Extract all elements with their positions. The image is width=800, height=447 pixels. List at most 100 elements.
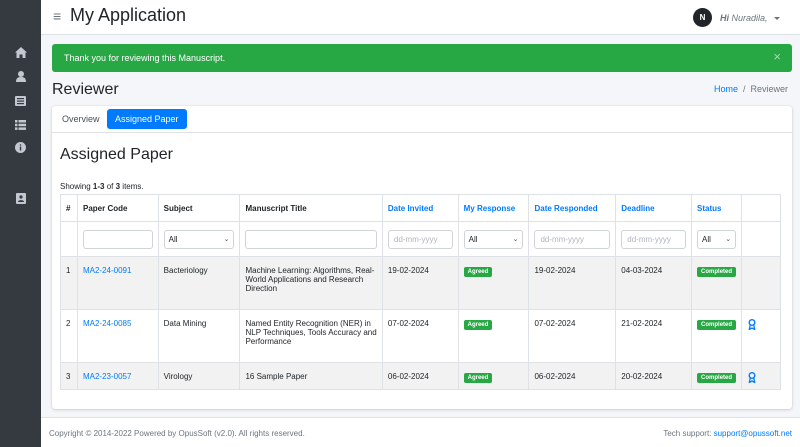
header-my-response[interactable]: My Response — [457, 194, 530, 222]
filter-cell-status: All ⌄ — [691, 221, 743, 257]
summary-middle: of — [104, 182, 116, 191]
assigned-paper-card: Overview Assigned Paper Assigned Paper S… — [52, 106, 792, 409]
cell-actions — [741, 256, 781, 310]
user-icon[interactable] — [14, 70, 27, 83]
app-title: My Application — [70, 5, 187, 25]
avatar[interactable]: N — [693, 8, 712, 27]
address-card-icon[interactable] — [14, 192, 27, 205]
top-navbar: ≡ My Application N Hi Nuradila, — [41, 0, 800, 35]
info-circle-icon[interactable] — [14, 141, 27, 154]
cell-actions — [741, 362, 781, 390]
card-heading: Assigned Paper — [60, 146, 173, 163]
summary-prefix: Showing — [60, 182, 93, 191]
filter-cell-paper-code — [76, 221, 159, 257]
filter-row: All ⌄ dd-mm-yyyy All ⌄ dd-mm-yyyy dd-mm-yy… — [60, 221, 781, 257]
hamburger-menu-icon[interactable]: ≡ — [53, 9, 61, 23]
list-icon[interactable] — [14, 118, 27, 131]
filter-cell-my-response: All ⌄ — [457, 221, 530, 257]
list-alt-icon[interactable] — [14, 94, 27, 107]
cell-actions — [741, 309, 781, 363]
header-date-responded[interactable]: Date Responded — [528, 194, 617, 222]
header-deadline[interactable]: Deadline — [615, 194, 693, 222]
cell-status: Completed — [691, 309, 743, 363]
status-filter-select[interactable]: All ⌄ — [697, 229, 737, 249]
status-badge: Completed — [697, 320, 737, 330]
header-paper-code: Paper Code — [76, 194, 159, 222]
filter-cell-actions — [741, 221, 781, 257]
reviewer-award-icon[interactable] — [747, 372, 757, 383]
cell-subject: Virology — [157, 362, 241, 390]
reviewer-award-icon[interactable] — [747, 319, 757, 330]
cell-paper-code: MA2-23-0057 — [76, 362, 159, 390]
cell-my-response: Agreed — [457, 309, 530, 363]
paper-code-link[interactable]: MA2-24-0091 — [83, 266, 131, 275]
filter-cell-num — [60, 221, 78, 257]
support-email-link[interactable]: support@opussoft.net — [714, 429, 792, 438]
footer-copyright: Copyright © 2014-2022 Powered by OpusSof… — [49, 429, 305, 438]
table-row: 2 MA2-24-0085 Data Mining Named Entity R… — [60, 309, 781, 363]
cell-date-invited: 06-02-2024 — [381, 362, 459, 390]
paper-code-filter-input[interactable] — [82, 229, 153, 249]
cell-subject: Bacteriology — [157, 256, 241, 310]
status-filter-value: All — [702, 234, 711, 244]
response-badge: Agreed — [463, 373, 493, 383]
paper-code-link[interactable]: MA2-24-0085 — [83, 319, 131, 328]
filter-cell-date-invited: dd-mm-yyyy — [381, 221, 459, 257]
cell-date-responded: 19-02-2024 — [528, 256, 617, 310]
cell-date-invited: 07-02-2024 — [381, 309, 459, 363]
my-response-filter-select[interactable]: All ⌄ — [463, 229, 524, 249]
cell-paper-code: MA2-24-0085 — [76, 309, 159, 363]
status-badge: Completed — [697, 373, 737, 383]
tab-overview[interactable]: Overview — [54, 109, 108, 129]
breadcrumb: Home / Reviewer — [714, 84, 788, 94]
footer: Copyright © 2014-2022 Powered by OpusSof… — [41, 417, 800, 447]
summary-suffix: items. — [120, 182, 144, 191]
breadcrumb-home-link[interactable]: Home — [714, 84, 738, 94]
cell-subject: Data Mining — [157, 309, 241, 363]
header-status[interactable]: Status — [691, 194, 743, 222]
tab-assigned-paper[interactable]: Assigned Paper — [107, 109, 187, 129]
home-icon[interactable] — [14, 46, 27, 59]
paper-code-link[interactable]: MA2-23-0057 — [83, 372, 131, 381]
cell-date-responded: 06-02-2024 — [528, 362, 617, 390]
deadline-filter-input[interactable]: dd-mm-yyyy — [621, 229, 687, 249]
alert-message: Thank you for reviewing this Manuscript. — [64, 53, 226, 63]
filter-cell-subject: All ⌄ — [157, 221, 241, 257]
header-num: # — [60, 194, 78, 222]
filter-cell-title — [239, 221, 383, 257]
status-badge: Completed — [697, 267, 737, 277]
header-actions — [741, 194, 781, 222]
cell-manuscript-title: 16 Sample Paper — [239, 362, 383, 390]
cell-paper-code: MA2-24-0091 — [76, 256, 159, 310]
my-response-filter-value: All — [468, 234, 478, 244]
table-row: 3 MA2-23-0057 Virology 16 Sample Paper 0… — [60, 362, 781, 390]
results-summary: Showing 1-3 of 3 items. — [60, 182, 144, 191]
cell-my-response: Agreed — [457, 256, 530, 310]
cell-my-response: Agreed — [457, 362, 530, 390]
cell-manuscript-title: Named Entity Recognition (NER) in NLP Te… — [239, 309, 383, 363]
cell-num: 2 — [60, 309, 78, 363]
cell-manuscript-title: Machine Learning: Algorithms, Real-World… — [239, 256, 383, 310]
subject-filter-value: All — [168, 234, 178, 244]
cell-deadline: 04-03-2024 — [615, 256, 693, 310]
footer-support: Tech support: support@opussoft.net — [663, 429, 792, 438]
summary-range: 1-3 — [92, 182, 105, 191]
date-invited-filter-input[interactable]: dd-mm-yyyy — [387, 229, 453, 249]
cell-date-responded: 07-02-2024 — [528, 309, 617, 363]
response-badge: Agreed — [463, 320, 493, 330]
header-date-invited[interactable]: Date Invited — [381, 194, 459, 222]
user-name: Nuradila, — [731, 13, 768, 23]
date-responded-filter-input[interactable]: dd-mm-yyyy — [534, 229, 611, 249]
title-filter-input[interactable] — [245, 229, 377, 249]
sidebar — [0, 0, 41, 447]
caret-down-icon — [774, 17, 781, 21]
close-icon[interactable]: × — [773, 50, 781, 64]
chevron-down-icon: ⌄ — [223, 236, 230, 243]
subject-filter-select[interactable]: All ⌄ — [163, 229, 235, 249]
breadcrumb-current: Reviewer — [750, 84, 788, 94]
user-greeting: Hi — [720, 13, 729, 23]
user-menu[interactable]: Hi Nuradila, — [720, 13, 781, 23]
table-row: 1 MA2-24-0091 Bacteriology Machine Learn… — [60, 256, 781, 310]
chevron-down-icon: ⌄ — [725, 236, 732, 243]
cell-status: Completed — [691, 256, 743, 310]
